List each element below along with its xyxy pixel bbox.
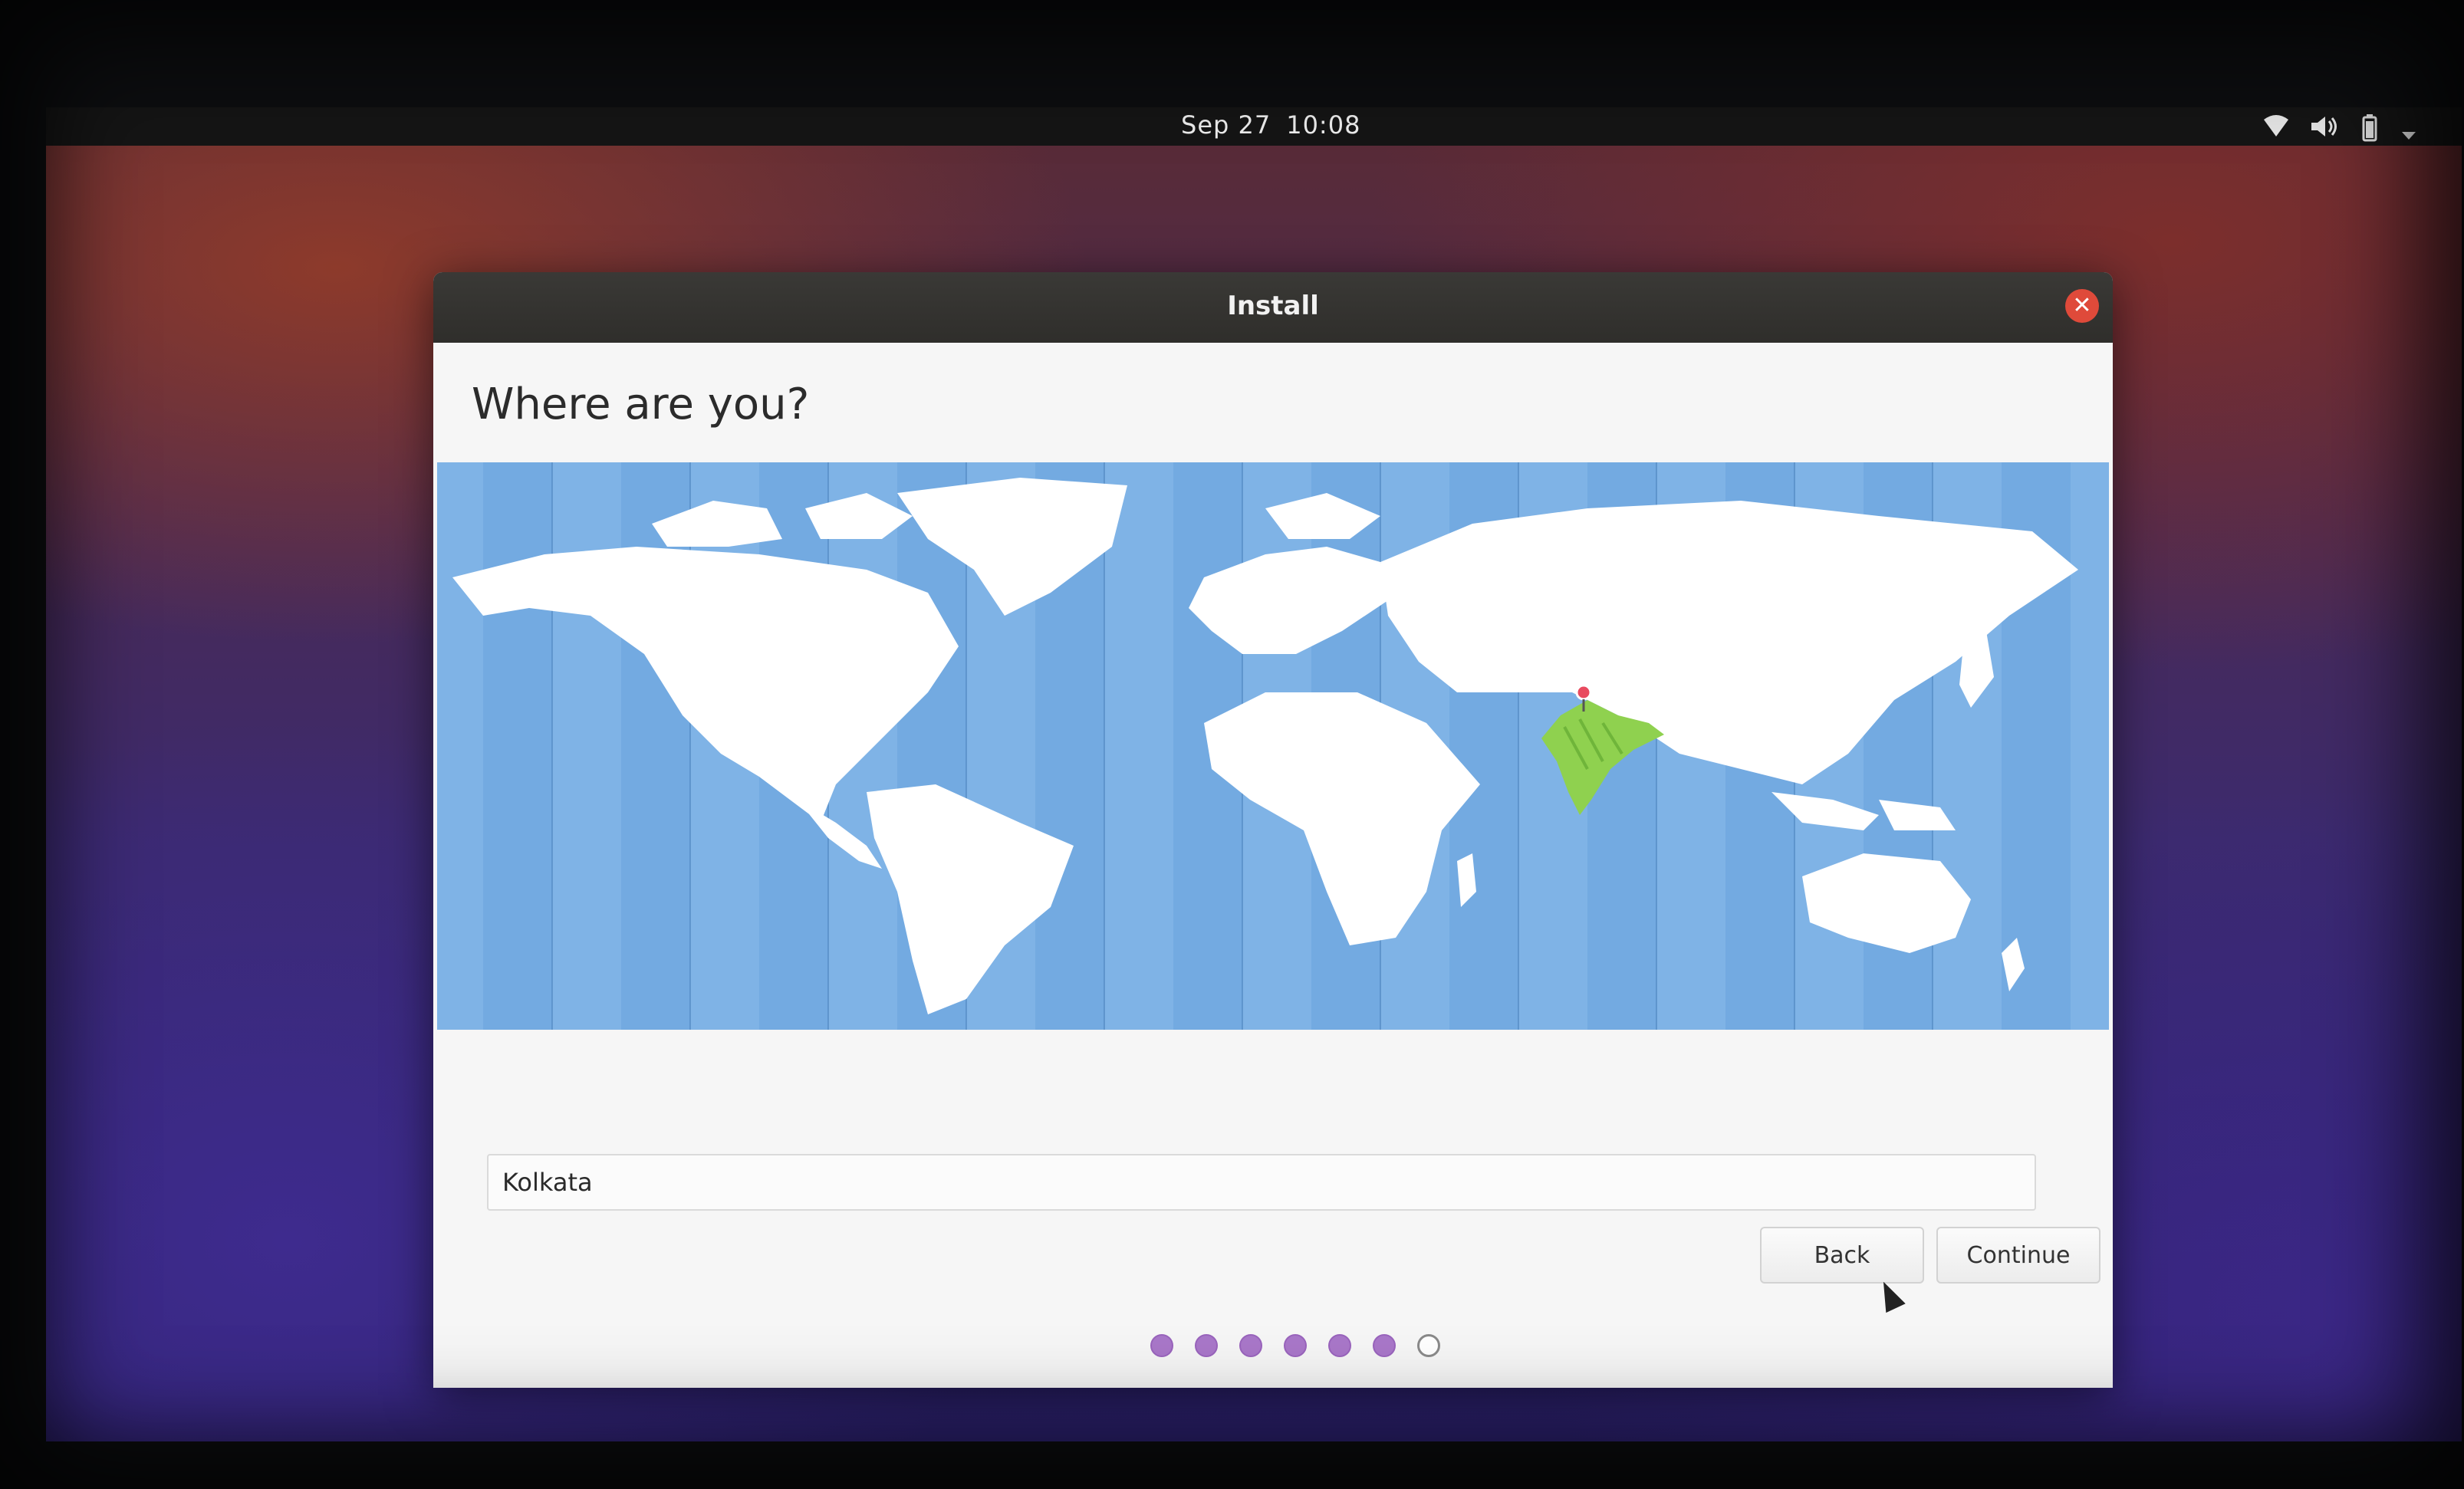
progress-dots: [1150, 1334, 1440, 1357]
close-icon[interactable]: ✕: [2065, 289, 2099, 323]
battery-icon[interactable]: [2358, 113, 2381, 150]
continue-button[interactable]: Continue: [1936, 1227, 2100, 1284]
window-titlebar[interactable]: Install ✕: [433, 272, 2113, 343]
progress-dot: [1328, 1334, 1351, 1357]
install-window: Install ✕ Where are you? Kolkata Back Co…: [433, 272, 2113, 1388]
progress-dot: [1284, 1334, 1307, 1357]
progress-dot: [1239, 1334, 1262, 1357]
progress-dot: [1373, 1334, 1396, 1357]
clock-date: Sep 27: [1181, 110, 1271, 140]
wifi-icon[interactable]: [2262, 113, 2290, 146]
clock[interactable]: Sep 27 10:08: [1181, 110, 1376, 140]
location-input[interactable]: [487, 1154, 2036, 1211]
clock-time: 10:08: [1286, 110, 1361, 140]
desktop: Sep 27 10:08 Install ✕ Where are you? Ko…: [46, 107, 2462, 1441]
progress-dot: [1195, 1334, 1218, 1357]
system-menu-chevron-icon[interactable]: [2400, 118, 2417, 149]
timezone-map[interactable]: [437, 462, 2109, 1030]
volume-icon[interactable]: [2308, 113, 2339, 146]
page-title: Where are you?: [472, 380, 810, 429]
top-bar: Sep 27 10:08: [46, 107, 2462, 146]
back-button[interactable]: Back: [1760, 1227, 1924, 1284]
progress-dot: [1417, 1334, 1440, 1357]
progress-dot: [1150, 1334, 1173, 1357]
window-title: Install: [1227, 291, 1319, 321]
